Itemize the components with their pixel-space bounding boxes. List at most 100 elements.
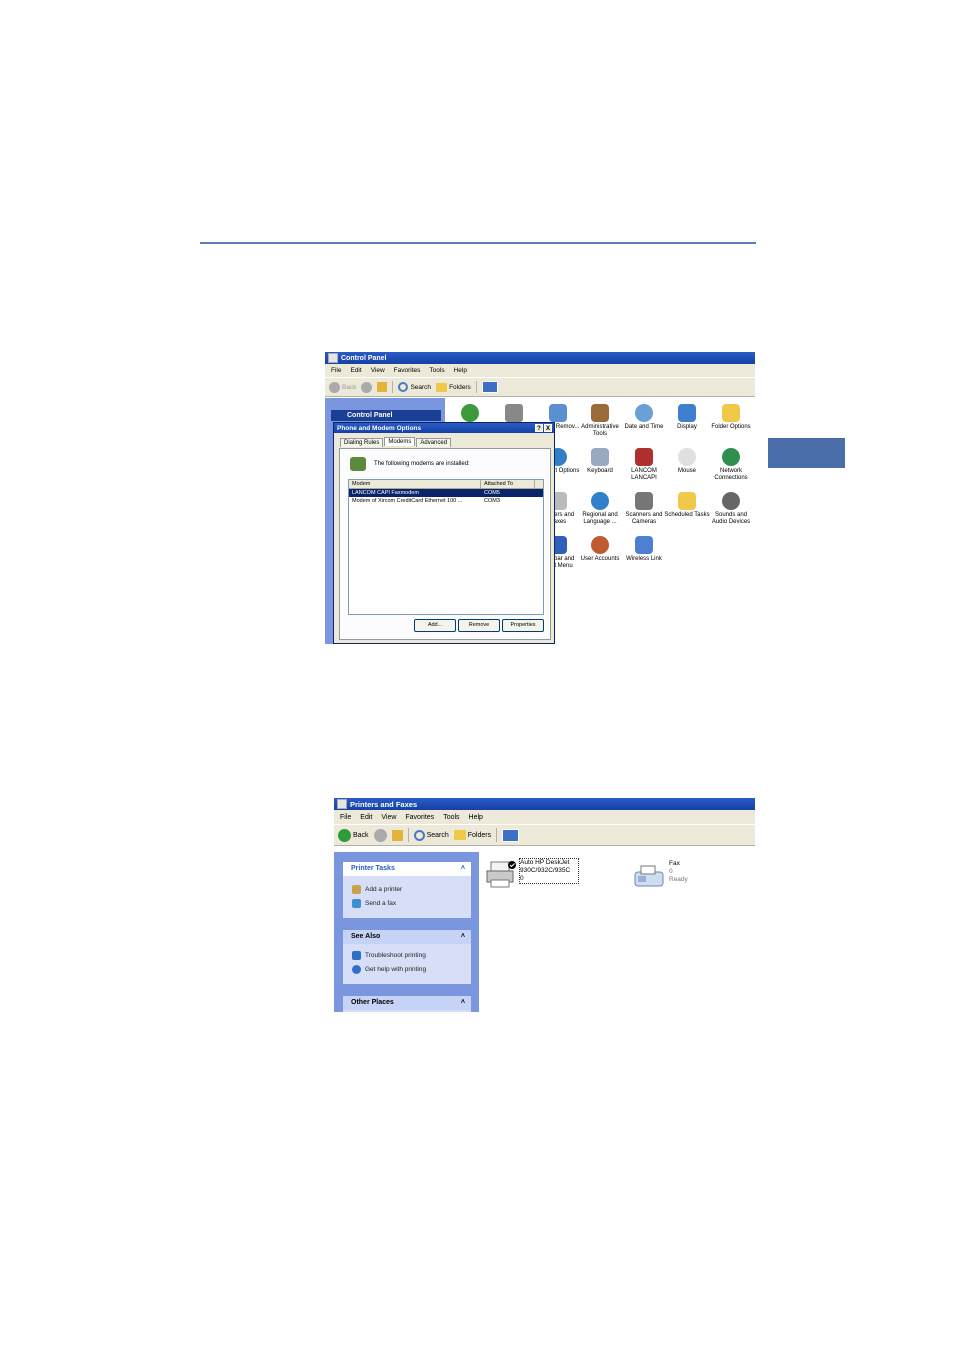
other-places-header[interactable]: Other Places ˄ [343,996,471,1010]
scanner-icon [635,492,653,510]
tab-dialing-rules[interactable]: Dialing Rules [340,438,384,447]
cp-item-scanners[interactable]: Scanners and Cameras [621,492,667,526]
printer-tasks-panel: Printer Tasks ˄ Add a printer Send a fax [343,862,471,918]
cp-item-keyboard[interactable]: Keyboard [577,448,623,475]
menu-view[interactable]: View [381,814,396,821]
dialog-title: Phone and Modem Options [337,424,422,432]
folder-icon [436,382,448,392]
hardware-icon[interactable] [505,404,523,422]
search-icon [413,829,425,841]
table-row[interactable]: Modem of Xircom CreditCard Ethernet 100 … [349,497,543,505]
cp-item-regional[interactable]: Regional and Language ... [577,492,623,526]
users-icon [591,536,609,554]
cp-item-folder-options[interactable]: Folder Options [708,404,754,431]
troubleshoot-link[interactable]: Troubleshoot printing [343,948,471,962]
folder-icon [453,830,466,840]
add-remove-icon [549,404,567,422]
phone-modem-dialog: Phone and Modem Options ? X Dialing Rule… [333,422,555,644]
modem-icon [350,457,366,471]
menu-view[interactable]: View [371,367,385,374]
send-fax-link[interactable]: Send a fax [343,896,471,910]
tab-modems[interactable]: Modems [384,437,416,446]
window-title: Printers and Faxes [350,799,418,809]
printer-tasks-header[interactable]: Printer Tasks ˄ [343,862,471,876]
toolbar: Back Search Folders [325,377,755,397]
see-also-panel: See Also ˄ Troubleshoot printing Get help… [343,930,471,984]
help-button[interactable]: ? [535,424,543,432]
scheduled-tasks-icon [678,492,696,510]
collapse-icon[interactable]: ˄ [461,930,465,944]
menu-bar: File Edit View Favorites Tools Help [334,810,755,824]
cp-item-wireless-link[interactable]: Wireless Link [621,536,667,563]
regional-globe-icon [591,492,609,510]
column-attached-to[interactable]: Attached To [481,480,535,488]
control-panel-icon [328,353,338,363]
menu-favorites[interactable]: Favorites [405,814,434,821]
other-places-panel: Other Places ˄ [343,996,471,1012]
get-help-link[interactable]: Get help with printing [343,962,471,976]
close-button[interactable]: X [544,424,552,432]
search-icon [398,382,409,392]
tab-advanced[interactable]: Advanced [416,438,452,447]
cp-item-network[interactable]: Network Connections [708,448,754,482]
table-row[interactable]: LANCOM CAPI Faxmodem COM5 [349,489,543,497]
search-button[interactable]: Search [398,382,431,392]
cp-item-display[interactable]: Display [664,404,710,431]
up-folder-icon[interactable] [377,382,388,392]
task-pane-header[interactable]: Control Panel [331,410,441,421]
menu-help[interactable]: Help [469,814,483,821]
cp-item-admin-tools[interactable]: Administrative Tools [577,404,623,438]
add-printer-link[interactable]: Add a printer [343,882,471,896]
menu-tools[interactable]: Tools [443,814,459,821]
folders-button[interactable]: Folders [453,830,491,840]
cp-item-user-accounts[interactable]: User Accounts [577,536,623,563]
forward-arrow-icon[interactable] [373,828,387,842]
keyboard-icon [591,448,609,466]
forward-arrow-icon[interactable] [361,381,373,393]
printers-faxes-window: Printers and Faxes File Edit View Favori… [334,798,755,1012]
menu-edit[interactable]: Edit [350,367,361,374]
help-question-icon [352,950,361,960]
add-button[interactable]: Add... [414,619,456,632]
lancom-icon [635,448,653,466]
cp-item-lancom[interactable]: LANCOM LANCAPI [621,448,667,482]
window-title: Control Panel [341,354,387,362]
column-modem[interactable]: Modem [349,480,481,488]
back-button[interactable]: Back [329,381,356,393]
header-rule [200,242,756,244]
cp-item-sounds[interactable]: Sounds and Audio Devices [708,492,754,526]
modem-list[interactable]: Modem Attached To LANCOM CAPI Faxmodem C… [348,479,544,615]
menu-edit[interactable]: Edit [360,814,372,821]
menu-file[interactable]: File [340,814,351,821]
folders-button[interactable]: Folders [436,382,471,392]
up-folder-icon[interactable] [391,829,403,841]
menu-help[interactable]: Help [454,367,467,374]
modems-panel: The following modems are installed: Mode… [339,448,551,640]
remove-button[interactable]: Remove [458,619,500,632]
back-button[interactable]: Back [338,828,369,842]
add-printer-icon [352,884,361,894]
views-icon[interactable] [502,828,520,842]
collapse-icon[interactable]: ˄ [461,996,465,1010]
send-fax-icon [352,898,361,908]
search-button[interactable]: Search [413,829,449,841]
menu-favorites[interactable]: Favorites [394,367,421,374]
modems-message: The following modems are installed: [374,461,470,467]
cp-item-mouse[interactable]: Mouse [664,448,710,475]
menu-tools[interactable]: Tools [429,367,444,374]
printers-list: Auto HP DeskJet 930C/932C/935C 0 Fax 0 R… [479,852,755,1012]
printers-titlebar: Printers and Faxes [334,798,755,810]
properties-button[interactable]: Properties [502,619,544,632]
cp-item-scheduled-tasks[interactable]: Scheduled Tasks [664,492,710,519]
accessibility-icon[interactable] [461,404,479,422]
speaker-icon [722,492,740,510]
wireless-link-icon [635,536,653,554]
dialog-tabs: Dialing Rules Modems Advanced [340,437,452,447]
views-icon[interactable] [481,381,498,393]
menu-file[interactable]: File [331,367,341,374]
collapse-icon[interactable]: ˄ [461,862,465,876]
cp-item-date-time[interactable]: Date and Time [621,404,667,431]
folder-options-icon [722,404,740,422]
fax-device-icon [634,865,664,887]
see-also-header[interactable]: See Also ˄ [343,930,471,944]
